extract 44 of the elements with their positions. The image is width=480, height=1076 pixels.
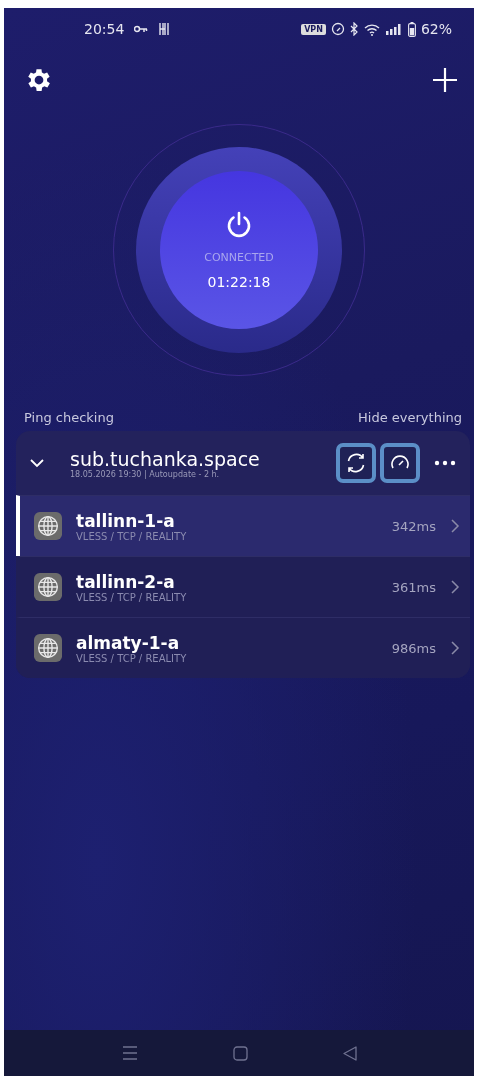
power-icon <box>225 210 253 239</box>
server-row[interactable]: tallinn-1-a VLESS / TCP / REALITY 342ms <box>16 495 470 556</box>
globe-icon <box>34 512 62 540</box>
add-icon[interactable] <box>432 67 458 93</box>
ping-time: 342ms <box>391 518 436 534</box>
key-icon <box>134 25 149 33</box>
globe-icon <box>34 634 62 662</box>
speed-test-button[interactable] <box>380 443 420 483</box>
ping-time: 361ms <box>391 579 436 595</box>
more-icon <box>434 460 456 466</box>
ping-checking-link[interactable]: Ping checking <box>24 410 114 425</box>
server-name: tallinn-1-a <box>76 510 176 531</box>
hide-everything-link[interactable]: Hide everything <box>358 410 462 425</box>
menu-icon[interactable] <box>121 1046 138 1060</box>
notification-icon <box>158 22 171 36</box>
clock-time: 20:54 <box>84 21 125 37</box>
server-protocol: VLESS / TCP / REALITY <box>76 530 188 542</box>
battery-icon <box>407 21 416 37</box>
battery-percent: 62% <box>420 21 452 37</box>
vpn-badge: VPN <box>301 23 326 35</box>
globe-icon <box>34 573 62 601</box>
server-protocol: VLESS / TCP / REALITY <box>76 591 188 603</box>
server-row[interactable]: almaty-1-a VLESS / TCP / REALITY 986ms <box>16 617 470 678</box>
refresh-icon <box>345 452 367 474</box>
server-protocol: VLESS / TCP / REALITY <box>76 652 188 664</box>
wifi-icon <box>363 22 380 36</box>
home-icon[interactable] <box>232 1045 248 1061</box>
connection-status: CONNECTED <box>204 250 274 264</box>
server-row[interactable]: tallinn-2-a VLESS / TCP / REALITY 361ms <box>16 556 470 617</box>
speedometer-icon <box>330 22 345 36</box>
subscription-name: sub.tuchanka.space <box>70 447 261 470</box>
server-name: tallinn-2-a <box>76 571 176 592</box>
signal-icon <box>384 23 403 35</box>
chevron-right-icon <box>450 640 460 656</box>
connection-timer: 01:22:18 <box>207 273 271 290</box>
chevron-right-icon <box>450 518 460 534</box>
subscription-subtitle: 18.05.2026 19:30 | Autoupdate - 2 h. <box>70 469 220 479</box>
bluetooth-icon <box>349 22 359 36</box>
server-name: almaty-1-a <box>76 632 181 653</box>
back-icon[interactable] <box>342 1045 357 1061</box>
ping-time: 986ms <box>391 640 436 656</box>
refresh-button[interactable] <box>336 443 376 483</box>
chevron-right-icon <box>450 579 460 595</box>
power-button[interactable]: CONNECTED 01:22:18 <box>160 171 318 329</box>
